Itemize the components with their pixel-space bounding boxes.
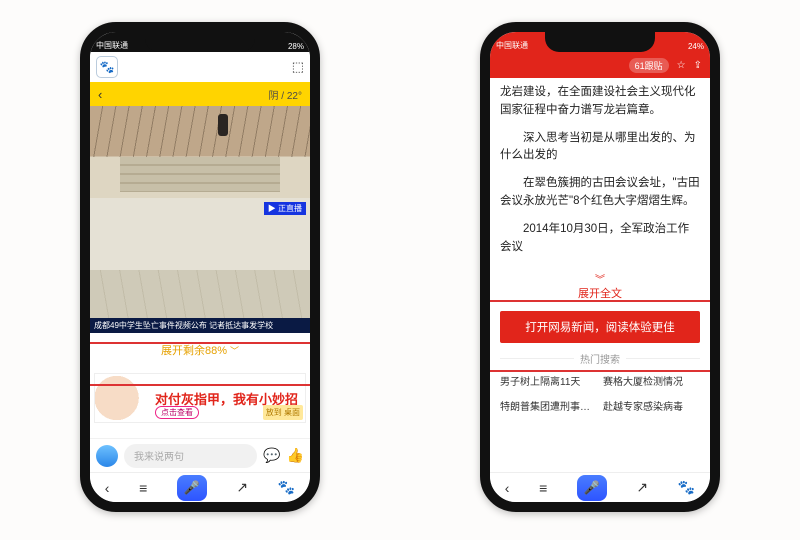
nav-share-icon[interactable]: ↗ bbox=[236, 479, 248, 496]
bottom-nav: ‹ ≡ 🎤 ↗ 🐾 bbox=[90, 472, 310, 502]
chevron-down-icon: ﹀ bbox=[230, 344, 239, 357]
comment-bar: 我来说两句 💬 👍 bbox=[90, 438, 310, 472]
expand-remaining-button[interactable]: 展开剩余88% ﹀ bbox=[90, 333, 310, 367]
nav-share-icon[interactable]: ↗ bbox=[636, 479, 648, 496]
globe-icon[interactable] bbox=[96, 445, 118, 467]
weather-bar: ‹ 阴 / 22° bbox=[90, 82, 310, 106]
hot-item[interactable]: 特朗普集团遭刑事调查 bbox=[500, 395, 597, 416]
live-tag: ▶ 正直播 bbox=[264, 202, 306, 215]
hot-item[interactable]: 赛格大厦检测情况 bbox=[603, 370, 700, 391]
weather-text: 阴 / 22° bbox=[269, 87, 302, 102]
expand-full-label: 展开全文 bbox=[578, 288, 622, 300]
app-logo-icon[interactable]: 🐾 bbox=[96, 56, 118, 78]
like-icon[interactable]: 👍 bbox=[287, 447, 304, 464]
star-icon[interactable]: ☆ bbox=[677, 60, 686, 71]
share-icon[interactable]: ⇪ bbox=[694, 60, 702, 71]
nav-paw-icon[interactable]: 🐾 bbox=[278, 479, 295, 496]
nav-back-icon[interactable]: ‹ bbox=[105, 480, 110, 496]
phone-mockup-left: 中国联通 28% 🐾 ⬚ ‹ 阴 / 22° ▶ 正直播 成都49中学生坠亡事件… bbox=[80, 22, 320, 512]
video-thumb-1[interactable] bbox=[90, 106, 310, 198]
bottom-nav: ‹ ≡ 🎤 ↗ 🐾 bbox=[490, 472, 710, 502]
article-header: 61跟贴 ☆ ⇪ bbox=[490, 52, 710, 78]
expand-full-button[interactable]: ︾ 展开全文 bbox=[490, 273, 710, 307]
carrier-label: 中国联通 bbox=[96, 40, 128, 51]
nav-menu-icon[interactable]: ≡ bbox=[139, 480, 147, 496]
carrier-label: 中国联通 bbox=[496, 40, 528, 51]
video-caption: 成都49中学生坠亡事件视频公布 记者抵达事发学校 bbox=[90, 318, 310, 333]
comment-icon[interactable]: 💬 bbox=[263, 447, 280, 464]
notch bbox=[545, 32, 655, 52]
para-4: 2014年10月30日，全军政治工作会议 bbox=[500, 221, 700, 257]
nav-paw-icon[interactable]: 🐾 bbox=[678, 479, 695, 496]
hot-search-grid: 男子树上隔离11天 赛格大厦检测情况 特朗普集团遭刑事调查 赴越专家感染病毒 bbox=[490, 370, 710, 416]
comment-input[interactable]: 我来说两句 bbox=[124, 444, 257, 468]
nav-mic-button[interactable]: 🎤 bbox=[177, 475, 207, 501]
ad-image bbox=[95, 374, 149, 422]
phone-mockup-right: 中国联通 24% 61跟贴 ☆ ⇪ 龙岩建设，在全面建设社会主义现代化国家征程中… bbox=[480, 22, 720, 512]
ad-pill[interactable]: 点击查看 bbox=[155, 406, 199, 419]
hot-item[interactable]: 赴越专家感染病毒 bbox=[603, 395, 700, 416]
expand-label: 展开剩余88% bbox=[161, 342, 227, 358]
battery-label: 28% bbox=[288, 42, 304, 51]
nav-mic-button[interactable]: 🎤 bbox=[577, 475, 607, 501]
screen: 61跟贴 ☆ ⇪ 龙岩建设，在全面建设社会主义现代化国家征程中奋力谱写龙岩篇章。… bbox=[490, 52, 710, 502]
screen: 🐾 ⬚ ‹ 阴 / 22° ▶ 正直播 成都49中学生坠亡事件视频公布 记者抵达… bbox=[90, 52, 310, 502]
double-chevron-down-icon: ︾ bbox=[490, 277, 710, 285]
notch bbox=[145, 32, 255, 52]
hot-item[interactable]: 男子树上隔离11天 bbox=[500, 370, 597, 391]
back-icon[interactable]: ‹ bbox=[98, 87, 102, 102]
ad-corner[interactable]: 放到 桌面 bbox=[263, 405, 303, 420]
hot-search-title: 热门搜索 bbox=[490, 351, 710, 366]
battery-label: 24% bbox=[688, 42, 704, 51]
video-thumb-2[interactable]: ▶ 正直播 bbox=[90, 198, 310, 318]
camera-icon[interactable]: ⬚ bbox=[292, 59, 304, 75]
nav-menu-icon[interactable]: ≡ bbox=[539, 480, 547, 496]
para-3: 在翠色簇拥的古田会议会址，"古田会议永放光芒"8个红色大字熠熠生辉。 bbox=[500, 175, 700, 211]
search-row: 🐾 ⬚ bbox=[90, 52, 310, 82]
follow-count-pill[interactable]: 61跟贴 bbox=[629, 58, 669, 73]
open-app-button[interactable]: 打开网易新闻，阅读体验更佳 bbox=[500, 311, 700, 343]
para-2: 深入思考当初是从哪里出发的、为什么出发的 bbox=[500, 130, 700, 166]
ad-banner[interactable]: 对付灰指甲，我有小妙招 点击查看 放到 桌面 bbox=[94, 373, 306, 423]
nav-back-icon[interactable]: ‹ bbox=[505, 480, 510, 496]
para-1: 龙岩建设，在全面建设社会主义现代化国家征程中奋力谱写龙岩篇章。 bbox=[500, 84, 700, 120]
article-body: 龙岩建设，在全面建设社会主义现代化国家征程中奋力谱写龙岩篇章。 深入思考当初是从… bbox=[490, 78, 710, 273]
